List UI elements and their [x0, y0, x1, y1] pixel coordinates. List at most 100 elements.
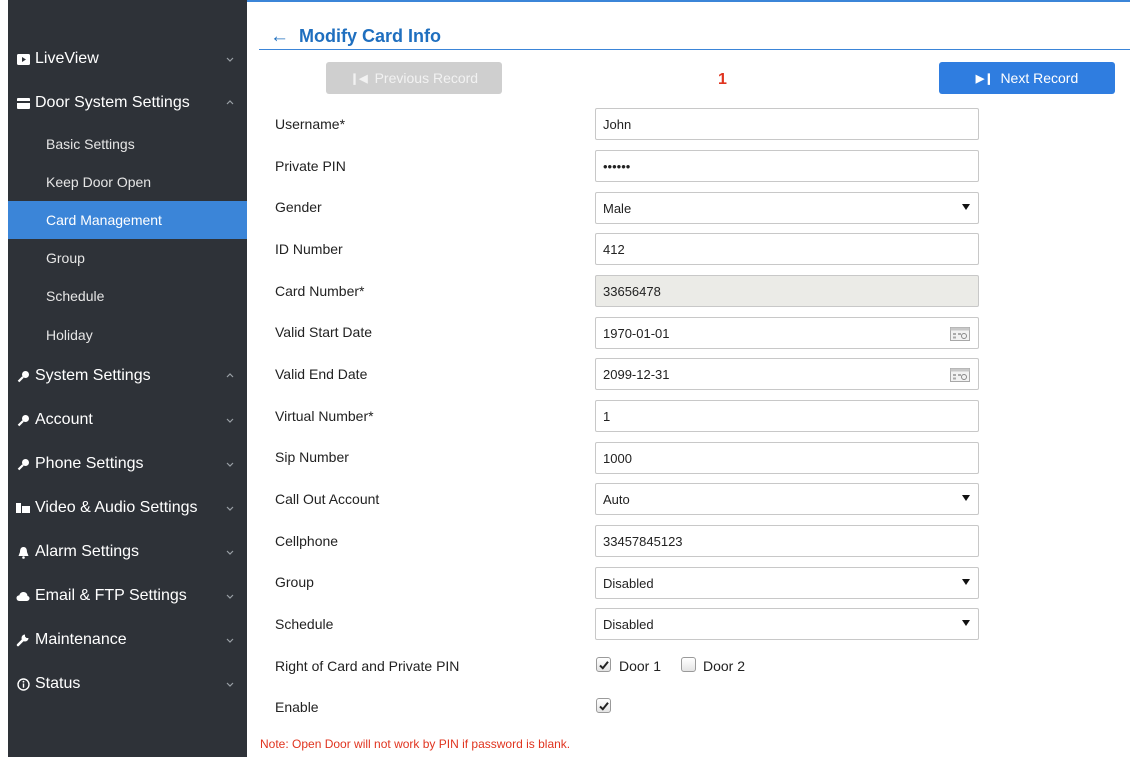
sidebar-item-video-audio-settings[interactable]: Video & Audio Settings — [8, 486, 247, 530]
call-out-account-select[interactable]: Auto — [595, 483, 979, 515]
sidebar-item-label: Account — [35, 411, 93, 428]
sidebar-item-label: Status — [35, 675, 81, 692]
sidebar-item-label: Email & FTP Settings — [35, 587, 187, 604]
enable-label: Enable — [275, 699, 319, 715]
private-pin-input[interactable]: •••••• — [595, 150, 979, 182]
top-border — [247, 0, 1130, 2]
gender-label: Gender — [275, 199, 322, 215]
door1-checkbox[interactable] — [596, 657, 611, 672]
cloud-icon — [13, 588, 33, 604]
chevron-down-icon — [225, 415, 235, 425]
bell-icon — [13, 544, 33, 560]
wrench-icon — [13, 632, 33, 648]
valid-start-date-label: Valid Start Date — [275, 324, 373, 340]
sidebar-item-label: System Settings — [35, 367, 151, 384]
calendar-icon[interactable] — [950, 368, 970, 385]
sidebar-item-label: Phone Settings — [35, 455, 144, 472]
sidebar: LiveView Door System Settings Basic Sett… — [8, 0, 247, 757]
valid-end-date-input[interactable]: 2099-12-31 — [595, 358, 979, 390]
enable-checkbox[interactable] — [596, 698, 611, 713]
sidebar-item-label: Maintenance — [35, 631, 127, 648]
call-out-account-value: Auto — [603, 491, 630, 507]
valid-end-date-label: Valid End Date — [275, 366, 368, 382]
card-number-input: 33656478 — [595, 275, 979, 307]
next-record-label: Next Record — [1000, 70, 1079, 86]
sidebar-item-basic-settings[interactable]: Basic Settings — [8, 125, 247, 163]
chevron-down-icon — [225, 459, 235, 469]
private-pin-label: Private PIN — [275, 158, 346, 174]
sidebar-item-alarm-settings[interactable]: Alarm Settings — [8, 530, 247, 574]
dropdown-arrow-icon — [962, 495, 970, 501]
group-label: Group — [275, 574, 314, 590]
sidebar-item-label: Group — [46, 250, 85, 266]
username-input[interactable]: John — [595, 108, 979, 140]
valid-start-date-value: 1970-01-01 — [603, 325, 670, 341]
next-record-button[interactable]: ▶❙ Next Record — [939, 62, 1115, 94]
door2-label: Door 2 — [703, 658, 746, 674]
virtual-number-input[interactable]: 1 — [595, 400, 979, 432]
sidebar-item-label: Keep Door Open — [46, 174, 152, 190]
video-icon — [13, 51, 33, 67]
cellphone-value: 33457845123 — [603, 533, 683, 549]
chevron-down-icon — [225, 54, 235, 64]
username-label: Username* — [275, 116, 346, 132]
media-icon — [13, 500, 33, 516]
sidebar-item-schedule[interactable]: Schedule — [8, 277, 247, 315]
gender-value: Male — [603, 200, 632, 216]
virtual-number-value: 1 — [603, 408, 611, 424]
gender-select[interactable]: Male — [595, 192, 979, 224]
info-icon — [13, 676, 33, 692]
checkmark-icon — [599, 661, 609, 670]
schedule-select[interactable]: Disabled — [595, 608, 979, 640]
sidebar-item-holiday[interactable]: Holiday — [8, 316, 247, 354]
page-header: ← Modify Card Info — [270, 26, 441, 47]
chevron-down-icon — [225, 547, 235, 557]
schedule-value: Disabled — [603, 616, 654, 632]
sidebar-item-phone-settings[interactable]: Phone Settings — [8, 442, 247, 486]
username-value: John — [603, 116, 632, 132]
back-arrow-icon[interactable]: ← — [270, 26, 289, 47]
sidebar-item-label: Card Management — [46, 212, 162, 228]
dropdown-arrow-icon — [962, 204, 970, 210]
sidebar-item-card-management[interactable]: Card Management — [8, 201, 247, 239]
valid-start-date-input[interactable]: 1970-01-01 — [595, 317, 979, 349]
sidebar-item-door-system-settings[interactable]: Door System Settings — [8, 81, 247, 125]
sidebar-item-system-settings[interactable]: System Settings — [8, 354, 247, 398]
cellphone-input[interactable]: 33457845123 — [595, 525, 979, 557]
sidebar-item-account[interactable]: Account — [8, 398, 247, 442]
card-number-label: Card Number* — [275, 283, 365, 299]
checkmark-icon — [599, 702, 609, 711]
chevron-down-icon — [225, 679, 235, 689]
right-of-card-label: Right of Card and Private PIN — [275, 658, 460, 674]
sidebar-item-label: Door System Settings — [35, 94, 190, 111]
page-title: Modify Card Info — [299, 26, 441, 46]
key-icon — [13, 368, 33, 384]
sidebar-item-status[interactable]: Status — [8, 662, 247, 706]
calendar-icon[interactable] — [950, 327, 970, 344]
sidebar-item-keep-door-open[interactable]: Keep Door Open — [8, 163, 247, 201]
sidebar-item-maintenance[interactable]: Maintenance — [8, 618, 247, 662]
dropdown-arrow-icon — [962, 579, 970, 585]
sip-number-input[interactable]: 1000 — [595, 442, 979, 474]
previous-record-label: Previous Record — [374, 70, 479, 86]
group-value: Disabled — [603, 575, 654, 591]
sidebar-item-liveview[interactable]: LiveView — [8, 37, 247, 81]
dropdown-arrow-icon — [962, 620, 970, 626]
chevron-up-icon — [225, 98, 235, 108]
id-number-label: ID Number — [275, 241, 343, 257]
chevron-down-icon — [225, 591, 235, 601]
group-select[interactable]: Disabled — [595, 567, 979, 599]
previous-record-button[interactable]: ❙◀ Previous Record — [326, 62, 502, 94]
chevron-down-icon — [225, 503, 235, 513]
record-number: 1 — [718, 71, 727, 88]
chevron-down-icon — [225, 635, 235, 645]
virtual-number-label: Virtual Number* — [275, 408, 374, 424]
key-icon — [13, 456, 33, 472]
sidebar-item-email-ftp-settings[interactable]: Email & FTP Settings — [8, 574, 247, 618]
sidebar-item-label: Basic Settings — [46, 136, 135, 152]
id-number-input[interactable]: 412 — [595, 233, 979, 265]
sidebar-item-group[interactable]: Group — [8, 239, 247, 277]
door1-label: Door 1 — [619, 658, 662, 674]
door2-checkbox[interactable] — [681, 657, 696, 672]
card-icon — [13, 95, 33, 111]
